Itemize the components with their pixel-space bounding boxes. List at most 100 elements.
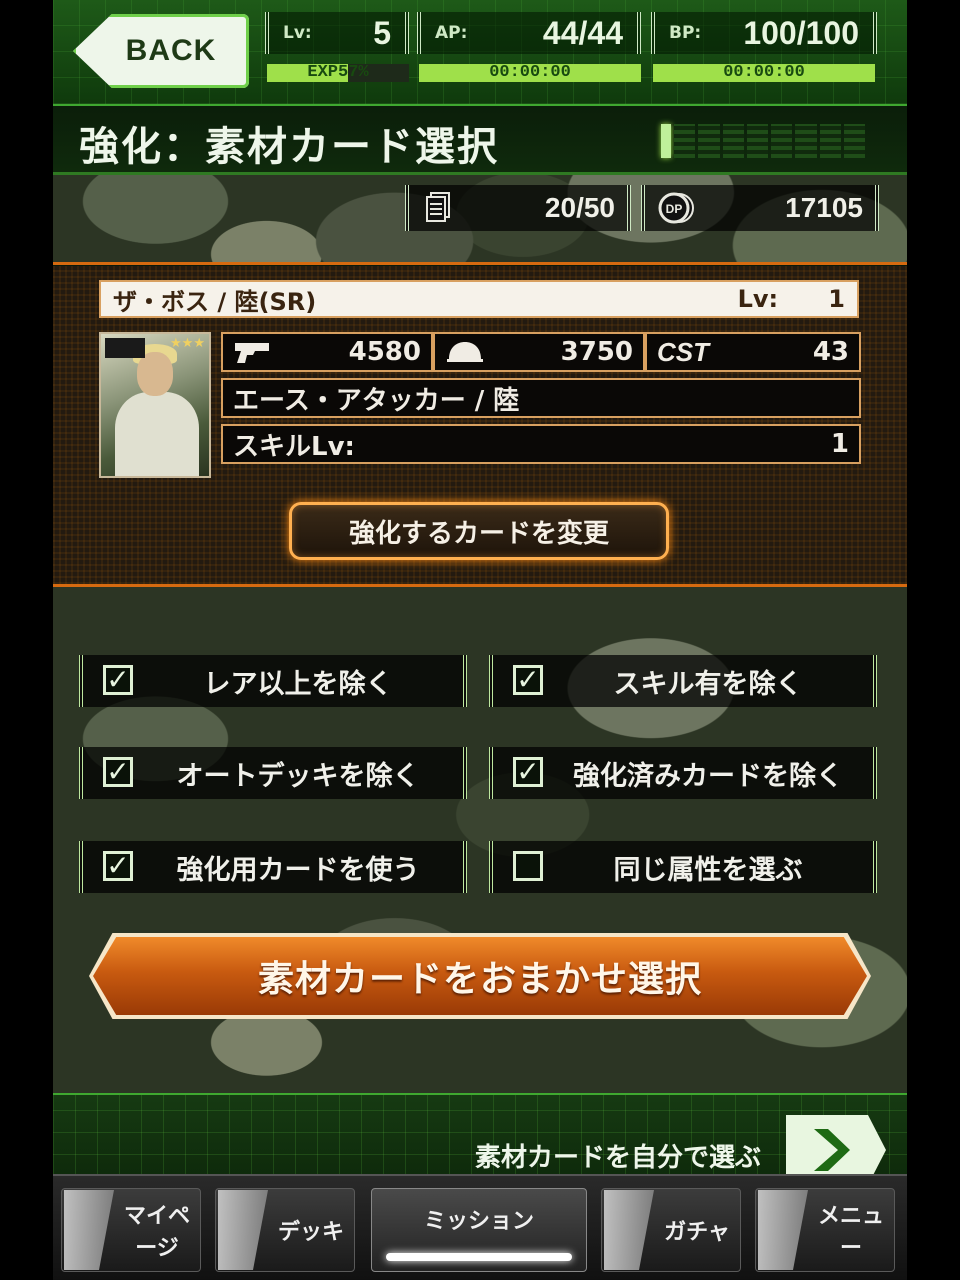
filter-label: 同じ属性を選ぶ: [613, 854, 803, 886]
game-screen: BACK Lv: 5 AP: 44/44 BP: 100/100 EXP57% …: [53, 0, 907, 1280]
nav-label: メニュー: [817, 1204, 884, 1261]
nav-label: ミッション: [423, 1209, 534, 1234]
gacha-machine-icon: [604, 1190, 654, 1270]
progress-slot: [674, 124, 696, 158]
checkbox-checked[interactable]: ✓: [513, 665, 543, 695]
manual-select-label: 素材カードを自分で選ぶ: [474, 1143, 761, 1173]
active-indicator: [386, 1253, 572, 1261]
skill-level-row: スキルLv: 1: [221, 424, 861, 464]
ap-timer: 00:00:00: [489, 64, 571, 82]
card-thumbnail[interactable]: ★★★: [99, 332, 211, 478]
chevron-right-icon: [814, 1129, 850, 1171]
auto-select-label: 素材カードをおまかせ選択: [257, 959, 702, 1000]
change-card-button[interactable]: 強化するカードを変更: [289, 502, 669, 560]
checkbox-checked[interactable]: ✓: [513, 757, 543, 787]
progress-slot: [746, 124, 768, 158]
checkbox-checked[interactable]: ✓: [103, 851, 133, 881]
level-display: Lv: 5: [265, 12, 409, 54]
back-button[interactable]: BACK: [73, 14, 249, 88]
bp-label: BP:: [669, 23, 702, 43]
step-progress: [661, 124, 865, 158]
card-type: エース・アタッカー / 陸: [233, 385, 520, 416]
bp-timer-bar: 00:00:00: [653, 64, 875, 82]
level-label: Lv:: [283, 23, 312, 43]
checkbox-checked[interactable]: ✓: [103, 665, 133, 695]
nav-label: マイページ: [123, 1204, 190, 1261]
bp-display: BP: 100/100: [651, 12, 877, 54]
bp-timer: 00:00:00: [723, 64, 805, 82]
filter-panel: ✓ レア以上を除く ✓ スキル有を除く ✓ オートデッキを除く ✓ 強化済みカー…: [53, 587, 907, 1093]
filter-label: 強化用カードを使う: [176, 854, 420, 886]
attack-stat: 4580: [221, 332, 433, 372]
card-type-row: エース・アタッカー / 陸: [221, 378, 861, 418]
filter-exclude-auto-deck[interactable]: ✓ オートデッキを除く: [79, 747, 467, 799]
checkbox[interactable]: [513, 851, 543, 881]
manual-select-strip: 素材カードを自分で選ぶ: [53, 1093, 907, 1177]
checkbox-checked[interactable]: ✓: [103, 757, 133, 787]
auto-select-button[interactable]: 素材カードをおまかせ選択: [93, 937, 867, 1015]
grid-menu-icon: [758, 1190, 808, 1270]
card-name-bar: ザ・ボス / 陸(SR) Lv: 1: [99, 280, 859, 318]
page-title: 強化：素材カード選択: [79, 124, 499, 170]
gun-icon: [235, 343, 269, 363]
cost-stat: CST 43: [645, 332, 861, 372]
bottom-nav: マイページ デッキ ミッション ガチャ メニュー: [53, 1174, 907, 1280]
filter-exclude-rare[interactable]: ✓ レア以上を除く: [79, 655, 467, 707]
progress-slot: [843, 124, 865, 158]
dp-display: DP 17105: [641, 185, 879, 231]
filter-label: オートデッキを除く: [176, 760, 420, 792]
filter-label: 強化済みカードを除く: [573, 760, 843, 792]
skill-label: スキルLv:: [233, 431, 355, 462]
card-count-display: 20/50: [405, 185, 631, 231]
cards-icon: [218, 1190, 268, 1270]
progress-slot: [819, 124, 841, 158]
card-level: Lv: 1: [737, 285, 845, 313]
card-count: 20/50: [544, 192, 615, 223]
rank-badge: [105, 338, 145, 358]
ap-label: AP:: [435, 23, 468, 43]
card-name: ザ・ボス / 陸(SR): [113, 287, 317, 316]
title-bar: 強化：素材カード選択: [53, 106, 907, 175]
dp-coin-icon: DP: [658, 192, 694, 224]
card-stack-icon: [426, 192, 450, 222]
nav-my-page[interactable]: マイページ: [61, 1188, 201, 1272]
change-card-label: 強化するカードを変更: [348, 518, 609, 549]
ap-value: 44/44: [542, 14, 623, 51]
filter-exclude-enhanced[interactable]: ✓ 強化済みカードを除く: [489, 747, 877, 799]
nav-label: デッキ: [277, 1220, 344, 1245]
cost-label: CST: [657, 336, 709, 367]
ap-display: AP: 44/44: [417, 12, 641, 54]
filter-same-attribute[interactable]: 同じ属性を選ぶ: [489, 841, 877, 893]
cost-value: 43: [812, 337, 849, 367]
back-button-label: BACK: [125, 34, 217, 67]
progress-slot: [698, 124, 720, 158]
hexagon-icon: [64, 1190, 114, 1270]
level-value: 5: [373, 14, 391, 51]
progress-slot-active: [661, 124, 671, 158]
nav-label: ガチャ: [664, 1220, 730, 1245]
resource-panel: 20/50 DP 17105: [53, 175, 907, 263]
exp-text: EXP57%: [307, 64, 369, 82]
filter-exclude-skill[interactable]: ✓ スキル有を除く: [489, 655, 877, 707]
nav-gacha[interactable]: ガチャ: [601, 1188, 741, 1272]
selected-card-panel: ザ・ボス / 陸(SR) Lv: 1 ★★★ 4580 3750 CST 43 …: [53, 266, 907, 584]
progress-slot: [722, 124, 744, 158]
defense-stat: 3750: [433, 332, 645, 372]
ap-timer-bar: 00:00:00: [419, 64, 641, 82]
progress-slot: [771, 124, 793, 158]
progress-slot: [795, 124, 817, 158]
exp-bar: EXP57%: [267, 64, 409, 82]
nav-mission[interactable]: ミッション: [371, 1188, 587, 1272]
attack-value: 4580: [348, 337, 421, 367]
defense-value: 3750: [560, 337, 633, 367]
filter-label: レア以上を除く: [203, 668, 393, 700]
filter-label: スキル有を除く: [613, 668, 803, 700]
helmet-icon: [447, 342, 483, 362]
bp-value: 100/100: [743, 14, 859, 51]
filter-use-enhance-cards[interactable]: ✓ 強化用カードを使う: [79, 841, 467, 893]
dp-value: 17105: [785, 192, 863, 223]
svg-text:DP: DP: [666, 202, 683, 216]
nav-deck[interactable]: デッキ: [215, 1188, 355, 1272]
nav-menu[interactable]: メニュー: [755, 1188, 895, 1272]
divider: [53, 262, 907, 265]
